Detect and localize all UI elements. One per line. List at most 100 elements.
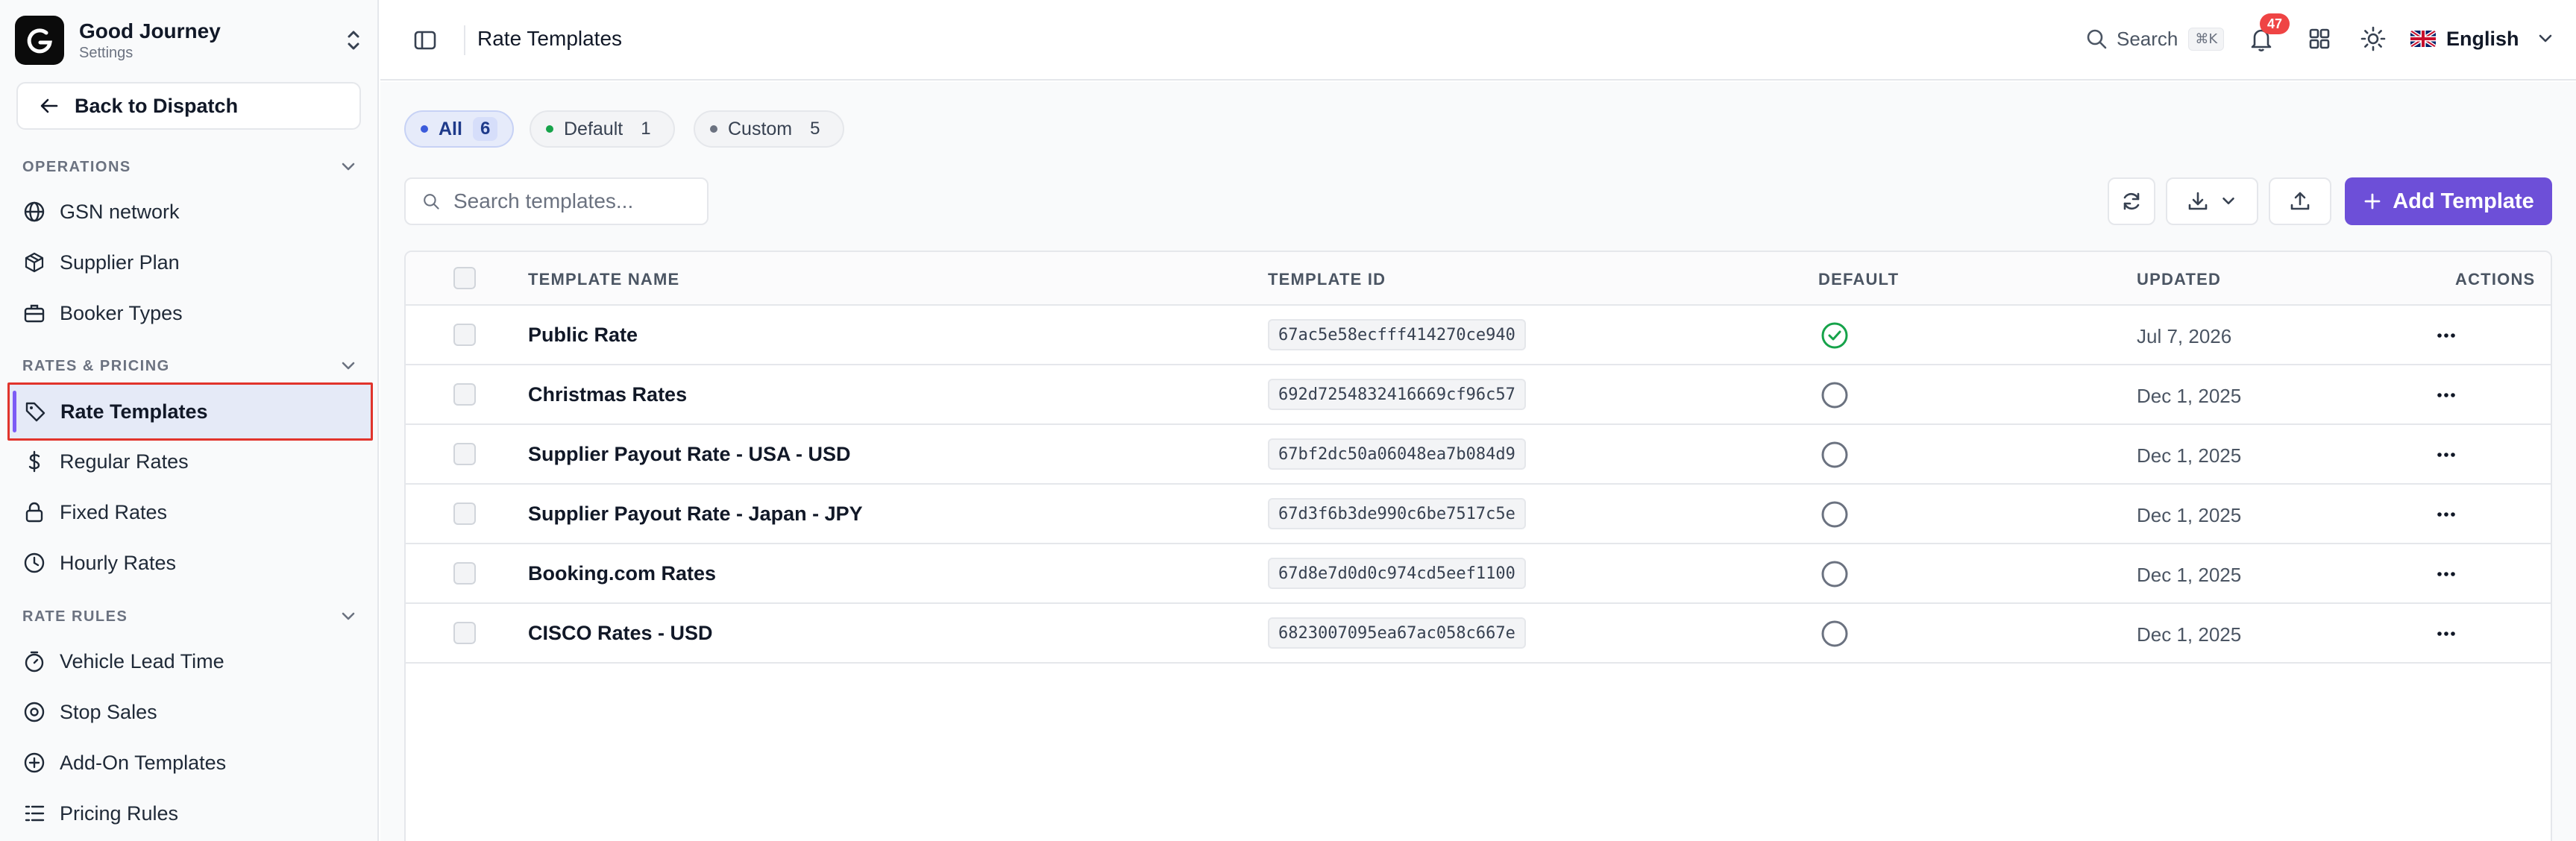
filter-custom[interactable]: Custom 5 <box>694 110 844 148</box>
sidebar-item-label: Booker Types <box>60 301 183 324</box>
filter-label: Custom <box>728 118 793 139</box>
table-row[interactable]: Christmas Rates 692d7254832416669cf96c57… <box>406 365 2551 425</box>
more-horizontal-icon[interactable] <box>2434 503 2458 526</box>
back-to-dispatch-button[interactable]: Back to Dispatch <box>16 82 361 130</box>
language-label: English <box>2446 27 2519 50</box>
row-checkbox[interactable] <box>453 562 476 585</box>
chevron-up-down-icon[interactable] <box>343 27 364 54</box>
sidebar-toggle-icon[interactable] <box>412 27 439 54</box>
dollar-icon <box>22 450 46 473</box>
page-title: Rate Templates <box>477 27 623 50</box>
updated-date: Dec 1, 2025 <box>2137 385 2242 407</box>
search-label: Search <box>2117 27 2178 50</box>
sidebar-item-fixed-rates[interactable]: Fixed Rates <box>10 487 368 538</box>
box-icon <box>22 251 46 274</box>
table-row[interactable]: CISCO Rates - USD 6823007095ea67ac058c66… <box>406 604 2551 664</box>
template-name[interactable]: Christmas Rates <box>528 383 687 406</box>
column-header-name[interactable]: TEMPLATE NAME <box>528 270 679 289</box>
section-rates-pricing[interactable]: RATES & PRICING <box>22 355 358 377</box>
column-header-actions: ACTIONS <box>2455 270 2536 289</box>
column-header-updated[interactable]: UPDATED <box>2137 270 2221 289</box>
sidebar-item-stop-sales[interactable]: Stop Sales <box>10 687 368 737</box>
default-radio-icon[interactable] <box>1821 620 1849 648</box>
tag-icon <box>23 400 47 423</box>
stop-circle-icon <box>22 700 46 724</box>
sidebar-item-hourly-rates[interactable]: Hourly Rates <box>10 538 368 588</box>
table-row[interactable]: Booking.com Rates 67d8e7d0d0c974cd5eef11… <box>406 544 2551 604</box>
template-id: 692d7254832416669cf96c57 <box>1268 379 1526 410</box>
row-checkbox[interactable] <box>453 324 476 346</box>
main-content: All 6 Default 1 Custom 5 Add Template TE… <box>380 82 2576 841</box>
default-radio-icon[interactable] <box>1821 500 1849 529</box>
updated-date: Dec 1, 2025 <box>2137 444 2242 467</box>
more-horizontal-icon[interactable] <box>2434 443 2458 467</box>
default-check-icon[interactable] <box>1821 321 1849 350</box>
org-switcher[interactable]: Good Journey Settings <box>15 15 364 66</box>
sidebar-item-booker-types[interactable]: Booker Types <box>10 288 368 338</box>
default-radio-icon[interactable] <box>1821 560 1849 588</box>
section-operations[interactable]: OPERATIONS <box>22 156 358 178</box>
more-horizontal-icon[interactable] <box>2434 324 2458 347</box>
language-selector[interactable]: English <box>2410 22 2555 55</box>
sidebar-item-rate-templates[interactable]: Rate Templates <box>7 382 373 441</box>
template-search[interactable] <box>404 177 709 225</box>
upload-button[interactable] <box>2269 177 2331 225</box>
column-header-id[interactable]: TEMPLATE ID <box>1268 270 1386 289</box>
row-checkbox[interactable] <box>453 622 476 644</box>
template-name[interactable]: Public Rate <box>528 324 638 347</box>
sidebar-item-gsn-network[interactable]: GSN network <box>10 186 368 237</box>
search-icon <box>2087 29 2107 49</box>
column-header-default[interactable]: DEFAULT <box>1818 270 1899 289</box>
apps-grid-icon[interactable] <box>2306 25 2333 52</box>
row-checkbox[interactable] <box>453 383 476 406</box>
sidebar-item-regular-rates[interactable]: Regular Rates <box>10 436 368 487</box>
refresh-button[interactable] <box>2108 177 2155 225</box>
table-row[interactable]: Public Rate 67ac5e58ecfff414270ce940 Jul… <box>406 306 2551 365</box>
sidebar-item-add-on-templates[interactable]: Add-On Templates <box>10 737 368 788</box>
sidebar-item-label: Supplier Plan <box>60 251 180 274</box>
clock-icon <box>22 551 46 575</box>
filter-default[interactable]: Default 1 <box>530 110 675 148</box>
default-radio-icon[interactable] <box>1821 381 1849 409</box>
sidebar-item-supplier-plan[interactable]: Supplier Plan <box>10 237 368 288</box>
more-horizontal-icon[interactable] <box>2434 383 2458 407</box>
section-rate-rules[interactable]: RATE RULES <box>22 605 358 628</box>
status-dot <box>710 125 717 133</box>
plus-circle-icon <box>22 751 46 775</box>
sidebar-item-pricing-rules[interactable]: Pricing Rules <box>10 788 368 839</box>
select-all-checkbox[interactable] <box>453 267 476 289</box>
download-menu-button[interactable] <box>2166 177 2258 225</box>
chevron-down-icon <box>342 163 355 171</box>
sun-icon[interactable] <box>2358 24 2388 54</box>
table-row[interactable]: Supplier Payout Rate - Japan - JPY 67d3f… <box>406 485 2551 544</box>
search-input[interactable] <box>453 189 707 213</box>
status-dot <box>546 125 553 133</box>
filter-count: 6 <box>472 117 498 141</box>
filter-count: 5 <box>810 119 820 139</box>
chevron-down-icon <box>2222 198 2234 205</box>
row-checkbox[interactable] <box>453 503 476 525</box>
sidebar-item-label: Vehicle Lead Time <box>60 649 224 673</box>
add-template-button[interactable]: Add Template <box>2345 177 2552 225</box>
briefcase-icon <box>22 301 46 325</box>
template-name[interactable]: Supplier Payout Rate - USA - USD <box>528 443 851 466</box>
sidebar-item-vehicle-lead-time[interactable]: Vehicle Lead Time <box>10 636 368 687</box>
section-title: RATES & PRICING <box>22 357 170 374</box>
template-name[interactable]: CISCO Rates - USD <box>528 622 713 645</box>
template-name[interactable]: Booking.com Rates <box>528 562 716 585</box>
brand-logo <box>15 16 64 65</box>
filter-all[interactable]: All 6 <box>404 110 515 148</box>
chevron-down-icon <box>342 612 355 620</box>
table-row[interactable]: Supplier Payout Rate - USA - USD 67bf2dc… <box>406 425 2551 485</box>
lock-icon <box>22 500 46 524</box>
template-name[interactable]: Supplier Payout Rate - Japan - JPY <box>528 503 863 526</box>
more-horizontal-icon[interactable] <box>2434 622 2458 646</box>
global-search-button[interactable]: Search ⌘K <box>2085 22 2225 55</box>
row-checkbox[interactable] <box>453 443 476 465</box>
topbar: Rate Templates Search ⌘K 47 English <box>380 0 2576 81</box>
status-dot <box>421 125 428 133</box>
add-template-label: Add Template <box>2393 189 2534 213</box>
table-header: TEMPLATE NAME TEMPLATE ID DEFAULT UPDATE… <box>406 252 2551 306</box>
default-radio-icon[interactable] <box>1821 441 1849 469</box>
more-horizontal-icon[interactable] <box>2434 562 2458 586</box>
